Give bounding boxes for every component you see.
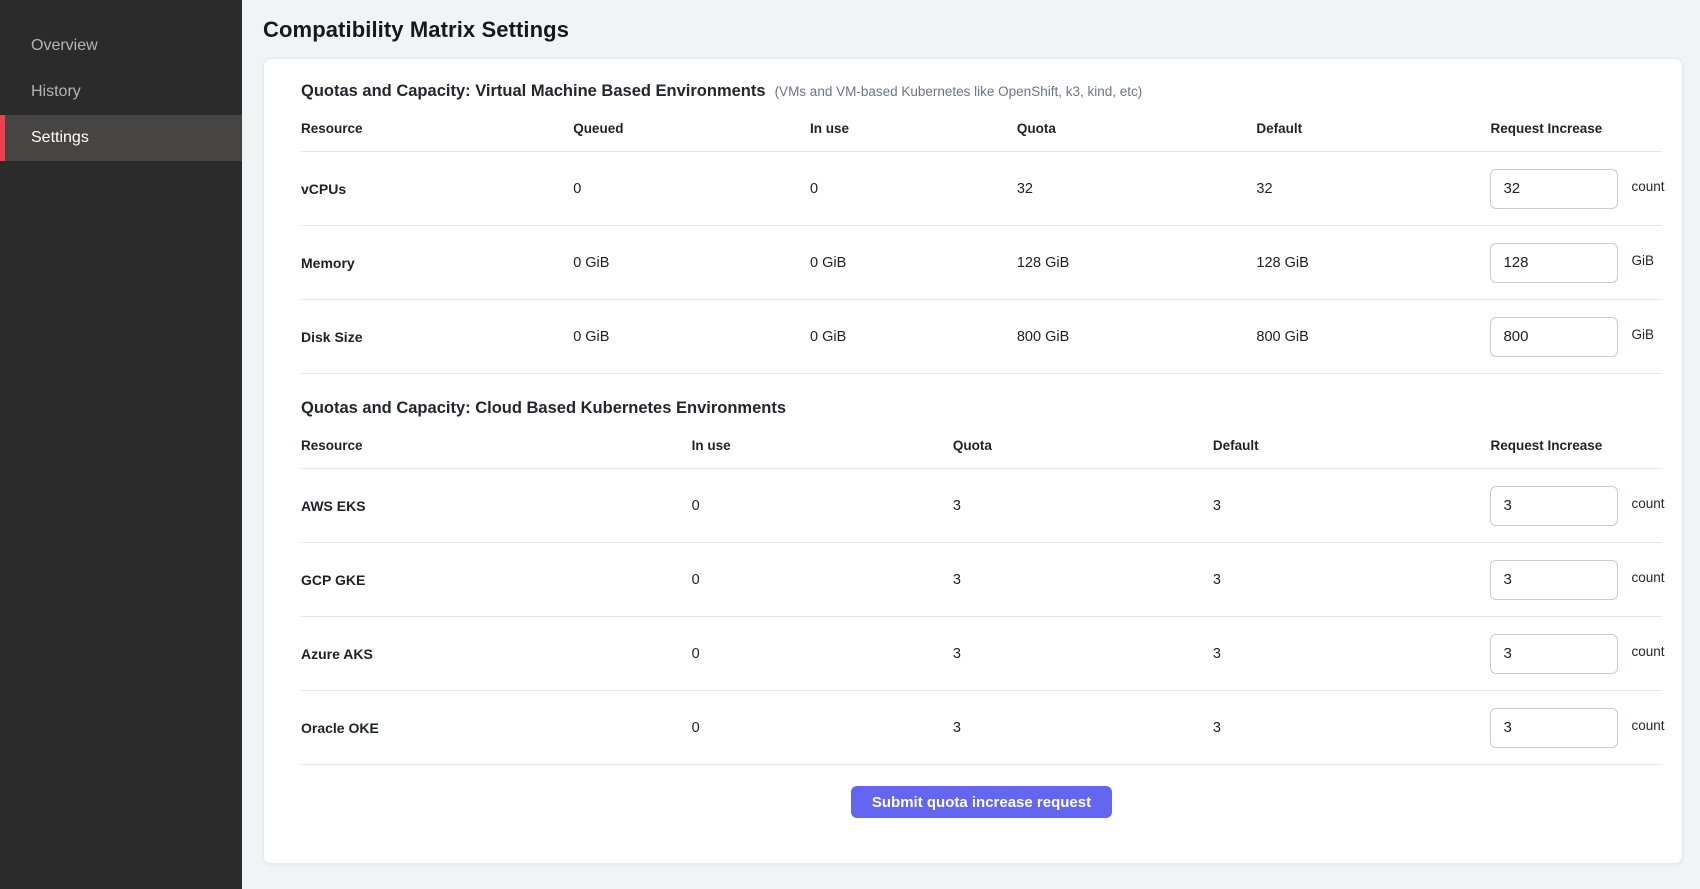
vcpus-request-input[interactable] [1490, 169, 1618, 209]
column-header-request-increase: Request Increase [1490, 121, 1662, 136]
quota-value: 3 [953, 572, 1213, 588]
app-window: Overview History Settings Compatibility … [0, 0, 1700, 889]
default-value: 800 GiB [1256, 329, 1490, 345]
resource-name: AWS EKS [301, 498, 692, 514]
unit-label: count [1631, 179, 1664, 194]
cloud-table-header: Resource In use Quota Default Request In… [301, 422, 1662, 469]
column-header-resource: Resource [301, 121, 573, 136]
settings-card: Quotas and Capacity: Virtual Machine Bas… [263, 58, 1683, 864]
oracle-oke-request-input[interactable] [1490, 708, 1618, 748]
column-header-resource: Resource [301, 438, 692, 453]
column-header-default: Default [1256, 121, 1490, 136]
vm-quota-table: Resource Queued In use Quota Default Req… [301, 105, 1662, 374]
in-use-value: 0 [692, 498, 953, 514]
default-value: 3 [1213, 646, 1491, 662]
default-value: 3 [1213, 498, 1491, 514]
table-row-aws-eks: AWS EKS 0 3 3 count [301, 469, 1662, 543]
resource-name: vCPUs [301, 181, 573, 197]
queued-value: 0 [573, 181, 810, 197]
table-row-gcp-gke: GCP GKE 0 3 3 count [301, 543, 1662, 617]
default-value: 3 [1213, 720, 1491, 736]
in-use-value: 0 GiB [810, 329, 1017, 345]
table-row-memory: Memory 0 GiB 0 GiB 128 GiB 128 GiB GiB [301, 226, 1662, 300]
vm-section-note: (VMs and VM-based Kubernetes like OpenSh… [775, 84, 1143, 99]
main-content: Compatibility Matrix Settings Quotas and… [242, 0, 1700, 889]
in-use-value: 0 [692, 572, 953, 588]
unit-label: GiB [1631, 327, 1654, 342]
sidebar-item-settings[interactable]: Settings [0, 115, 242, 161]
column-header-in-use: In use [692, 438, 953, 453]
vm-table-header: Resource Queued In use Quota Default Req… [301, 105, 1662, 152]
table-row-vcpus: vCPUs 0 0 32 32 count [301, 152, 1662, 226]
quota-value: 3 [953, 720, 1213, 736]
unit-label: count [1631, 496, 1664, 511]
resource-name: Memory [301, 255, 573, 271]
disk-size-request-input[interactable] [1490, 317, 1618, 357]
column-header-request-increase: Request Increase [1490, 438, 1662, 453]
page-title: Compatibility Matrix Settings [263, 17, 1683, 43]
table-row-disk-size: Disk Size 0 GiB 0 GiB 800 GiB 800 GiB Gi… [301, 300, 1662, 374]
quota-value: 32 [1017, 181, 1257, 197]
cloud-quota-table: Resource In use Quota Default Request In… [301, 422, 1662, 765]
azure-aks-request-input[interactable] [1490, 634, 1618, 674]
default-value: 32 [1256, 181, 1490, 197]
quota-value: 3 [953, 498, 1213, 514]
quota-value: 800 GiB [1017, 329, 1257, 345]
memory-request-input[interactable] [1490, 243, 1618, 283]
in-use-value: 0 GiB [810, 255, 1017, 271]
column-header-default: Default [1213, 438, 1491, 453]
queued-value: 0 GiB [573, 255, 810, 271]
unit-label: count [1631, 644, 1664, 659]
submit-quota-increase-button[interactable]: Submit quota increase request [851, 786, 1112, 818]
vm-section-title: Quotas and Capacity: Virtual Machine Bas… [301, 82, 766, 101]
column-header-queued: Queued [573, 121, 810, 136]
default-value: 128 GiB [1256, 255, 1490, 271]
column-header-quota: Quota [953, 438, 1213, 453]
unit-label: count [1631, 570, 1664, 585]
vm-quotas-section: Quotas and Capacity: Virtual Machine Bas… [301, 82, 1662, 374]
resource-name: Azure AKS [301, 646, 692, 662]
in-use-value: 0 [692, 646, 953, 662]
column-header-in-use: In use [810, 121, 1017, 136]
queued-value: 0 GiB [573, 329, 810, 345]
table-row-azure-aks: Azure AKS 0 3 3 count [301, 617, 1662, 691]
cloud-quotas-section: Quotas and Capacity: Cloud Based Kuberne… [301, 399, 1662, 765]
aws-eks-request-input[interactable] [1490, 486, 1618, 526]
quota-value: 128 GiB [1017, 255, 1257, 271]
column-header-quota: Quota [1017, 121, 1257, 136]
sidebar: Overview History Settings [0, 0, 242, 889]
resource-name: Disk Size [301, 329, 573, 345]
unit-label: GiB [1631, 253, 1654, 268]
gcp-gke-request-input[interactable] [1490, 560, 1618, 600]
sidebar-item-history[interactable]: History [0, 69, 242, 115]
default-value: 3 [1213, 572, 1491, 588]
in-use-value: 0 [692, 720, 953, 736]
resource-name: GCP GKE [301, 572, 692, 588]
table-row-oracle-oke: Oracle OKE 0 3 3 count [301, 691, 1662, 765]
unit-label: count [1631, 718, 1664, 733]
quota-value: 3 [953, 646, 1213, 662]
sidebar-item-overview[interactable]: Overview [0, 23, 242, 69]
in-use-value: 0 [810, 181, 1017, 197]
resource-name: Oracle OKE [301, 720, 692, 736]
cloud-section-title: Quotas and Capacity: Cloud Based Kuberne… [301, 399, 786, 418]
